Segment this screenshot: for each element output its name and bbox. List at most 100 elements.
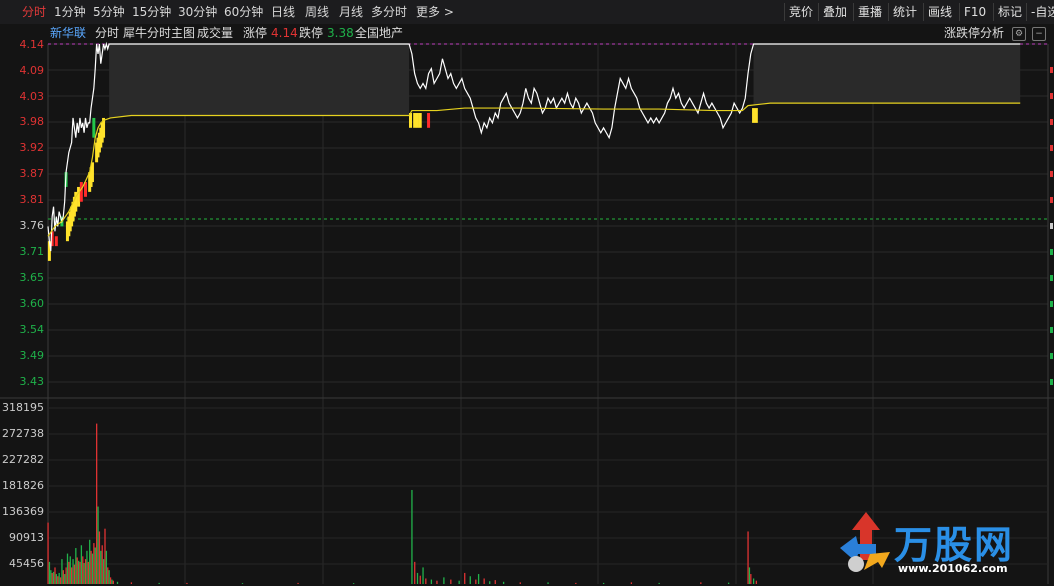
volume-bar [130,582,133,584]
volume-bar [727,582,730,584]
chart-fills [109,44,1021,119]
volume-bar [96,423,98,584]
signal-bar [752,108,756,123]
volume-bar [62,570,64,584]
volume-bar [84,559,87,584]
watermark-logo: 万股网 www.201062.com [836,508,1042,578]
bull-logo-icon [840,512,890,572]
average-line [47,102,1021,237]
volume-bar [87,561,89,584]
volume-bar [82,556,84,584]
signal-bar [79,182,83,202]
volume-bar [109,577,112,584]
right-tick-mark [1050,67,1053,73]
signal-bar [418,113,422,128]
signal-bar [413,113,417,128]
volume-bar [105,550,108,584]
volume-bar [94,547,96,584]
volume-bar [411,489,413,584]
volume-bar [108,570,110,584]
volume-bar [352,583,355,584]
volume-bar [494,580,496,584]
volume-bar [297,582,299,584]
volume-bar [59,577,62,584]
volume-bar [47,522,49,584]
volume-bar [80,545,83,584]
volume-tick: 45456 [9,557,44,570]
volume-bar [83,562,85,584]
volume-bar [112,580,114,584]
price-tick: 3.92 [19,141,45,154]
volume-bar [241,583,244,584]
price-tick: 3.81 [19,193,45,206]
volume-bar [419,575,421,584]
right-tick-mark [1050,119,1053,125]
volume-tick: 181826 [2,479,44,492]
right-tick-mark [1050,171,1053,177]
volume-bar [104,528,106,584]
volume-bar [52,571,55,584]
volume-bar [547,582,549,584]
volume-bar [107,567,109,584]
volume-tick: 272738 [2,427,44,440]
volume-bar [575,582,577,584]
limit-up-fill-afternoon [753,44,1021,106]
price-tick: 3.98 [19,115,45,128]
volume-bar [186,582,188,584]
volume-bar [436,580,438,584]
volume-bar [464,572,466,584]
price-tick: 4.03 [19,90,45,103]
volume-tick: 136369 [2,505,44,518]
volume-bar [658,582,660,584]
volume-bar [750,574,752,584]
signal-bar [77,186,81,207]
volume-bar [73,564,76,584]
volume-bar [102,559,105,584]
volume-bar [69,556,71,584]
price-tick: 3.65 [19,271,45,284]
timeshare-chart[interactable] [0,0,1054,586]
volume-bar [422,567,424,584]
volume-bar [61,559,63,584]
volume-bar [519,582,521,584]
volume-bar [76,557,78,584]
price-tick: 4.09 [19,64,45,77]
volume-bar [111,579,113,584]
price-tick: 3.60 [19,297,45,310]
price-tick: 3.54 [19,323,45,336]
volume-bar [630,582,633,584]
volume-bar [65,567,67,584]
volume-bar [91,553,94,584]
right-tick-mark [1050,197,1053,203]
volume-bar [414,561,416,584]
volume-bar [64,574,66,584]
volume-bar [101,545,103,584]
volume-bar [48,561,51,584]
price-tick: 3.49 [19,349,45,362]
volume-tick: 227282 [2,453,44,466]
right-tick-mark [1050,145,1053,151]
volume-bar [89,539,91,584]
signal-bar [754,108,758,123]
volume-bar [50,570,52,584]
limit-up-fill-morning [109,44,410,119]
volume-bar [97,506,99,584]
volume-bar [489,581,491,584]
price-tick: 3.76 [19,219,45,232]
volume-bar [458,580,460,584]
price-tick: 3.87 [19,167,45,180]
signal-bar [415,113,419,128]
volume-bar [71,567,73,584]
right-tick-mark [1050,275,1053,281]
watermark-brand: 万股网 [894,523,1015,567]
right-tick-mark [1050,353,1053,359]
volume-tick: 318195 [2,401,44,414]
volume-bar [93,543,95,584]
signal-bar [427,113,431,128]
right-tick-mark [1050,249,1053,255]
volume-bar [475,579,477,584]
volume-bars [47,423,758,584]
volume-bar [68,561,70,584]
volume-bar [602,582,605,584]
volume-bar [700,582,702,584]
